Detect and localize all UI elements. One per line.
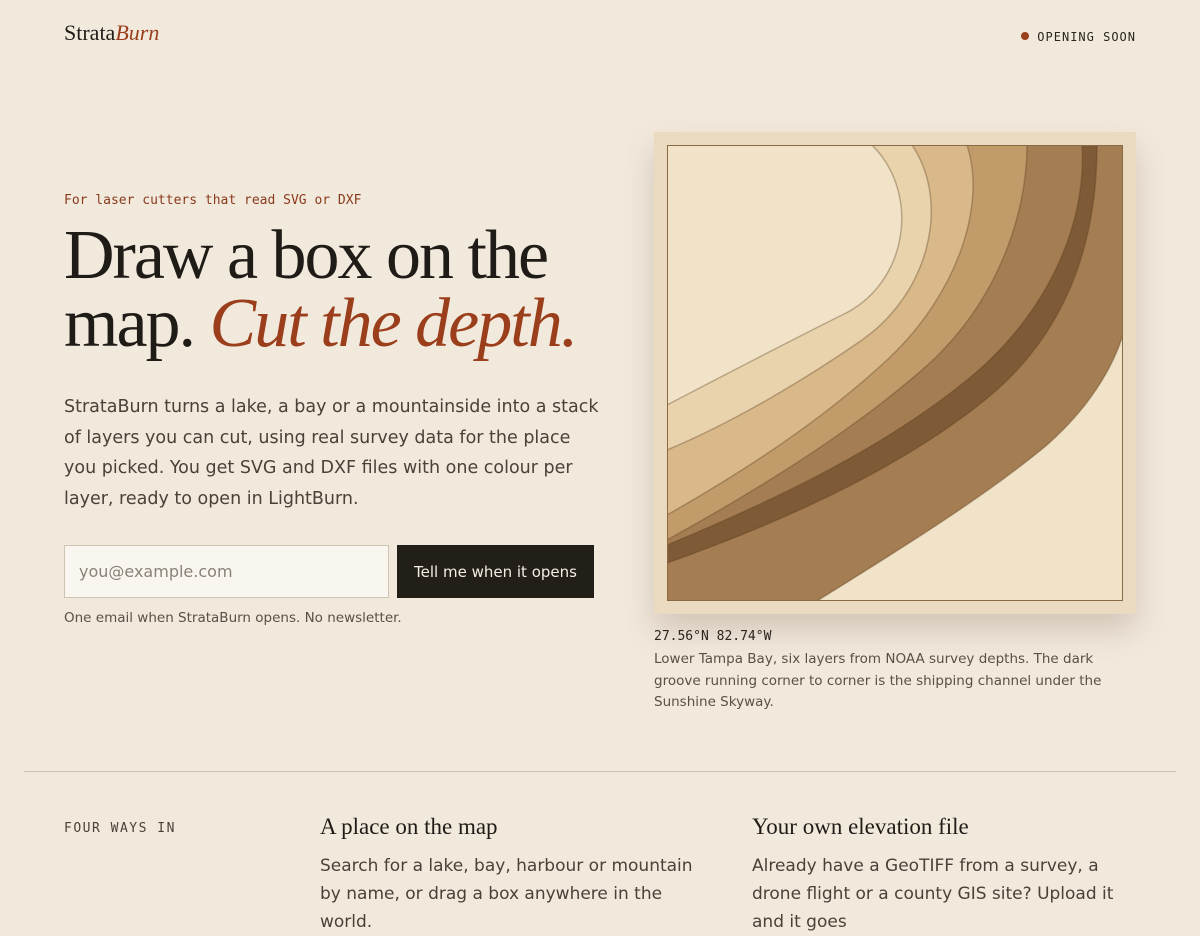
section-label: FOUR WAYS IN (64, 821, 176, 836)
headline-emphasis: Cut the depth. (209, 285, 579, 362)
hero-headline: Draw a box on the map. Cut the depth. (64, 221, 624, 359)
section-divider (24, 771, 1176, 772)
depth-map-figure (654, 132, 1136, 614)
feature-title: Your own elevation file (752, 814, 969, 839)
email-input[interactable] (64, 545, 389, 598)
logo-main: Strata (64, 20, 116, 45)
feature-description: Search for a lake, bay, harbour or mount… (320, 856, 693, 932)
status-badge: OPENING SOON (1021, 30, 1136, 44)
status-dot-icon (1021, 32, 1030, 40)
layered-depth-map (667, 145, 1123, 601)
site-header: StrataBurn OPENING SOON (64, 20, 1136, 50)
feature-map-search: A place on the map Search for a lake, ba… (320, 814, 710, 936)
logo-accent: Burn (115, 20, 160, 45)
hero-description: StrataBurn turns a lake, a bay or a moun… (64, 397, 599, 509)
hero-eyebrow: For laser cutters that read SVG or DXF (64, 193, 362, 208)
map-caption: Lower Tampa Bay, six layers from NOAA su… (654, 651, 1102, 710)
signup-note: One email when StrataBurn opens. No news… (64, 610, 402, 626)
feature-title: A place on the map (320, 814, 498, 839)
map-coordinates: 27.56°N 82.74°W (654, 629, 772, 644)
logo[interactable]: StrataBurn (64, 20, 159, 46)
feature-elevation-upload: Your own elevation file Already have a G… (752, 814, 1142, 936)
signup-form: Tell me when it opens (64, 545, 594, 598)
feature-description: Already have a GeoTIFF from a survey, a … (752, 856, 1114, 932)
status-text: OPENING SOON (1037, 30, 1136, 44)
notify-button[interactable]: Tell me when it opens (397, 545, 594, 598)
